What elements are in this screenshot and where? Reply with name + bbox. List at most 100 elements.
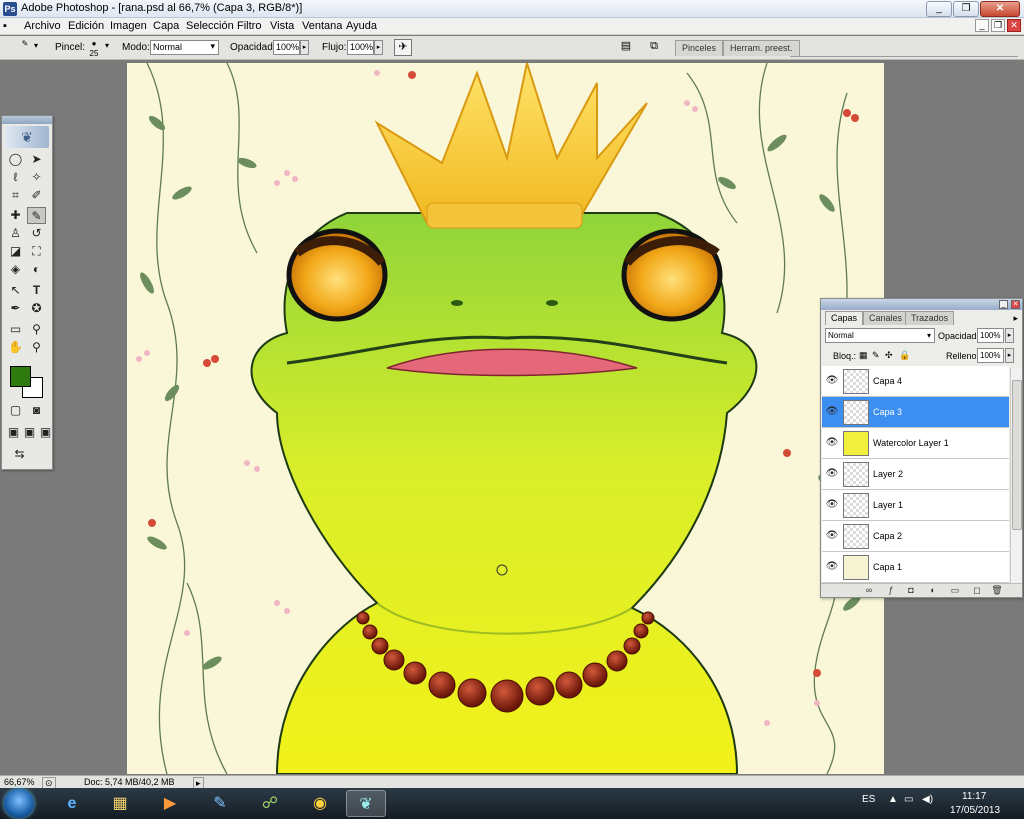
panel-minimize-button[interactable]: _ bbox=[999, 300, 1008, 309]
adjustment-layer-icon[interactable]: ◐ bbox=[927, 585, 939, 596]
adobe-feather-icon[interactable]: ❦ bbox=[5, 126, 49, 148]
lock-all-icon[interactable]: 🔒 bbox=[899, 350, 910, 361]
layer-row-capa-2[interactable]: 👁 Capa 2 bbox=[822, 521, 1009, 552]
flow-arrow[interactable]: ▸ bbox=[374, 40, 383, 55]
notes-tool-icon[interactable]: ▭ bbox=[6, 321, 25, 338]
doc-close-button[interactable]: ✕ bbox=[1007, 19, 1021, 32]
brush-preview[interactable]: ● 25 bbox=[85, 39, 103, 58]
magic-wand-tool-icon[interactable]: ✧ bbox=[27, 169, 46, 186]
layers-scrollbar[interactable] bbox=[1010, 368, 1022, 583]
layer-mask-icon[interactable]: ◘ bbox=[905, 585, 917, 596]
screen-mode-full-icon[interactable]: ▣ bbox=[36, 424, 55, 441]
standard-mode-icon[interactable]: ▢ bbox=[6, 402, 25, 419]
eraser-tool-icon[interactable]: ◪ bbox=[6, 243, 25, 260]
move-tool-icon[interactable]: ➤ bbox=[27, 151, 46, 168]
close-button[interactable]: ✕ bbox=[980, 1, 1020, 17]
chrome-icon[interactable]: ◉ bbox=[300, 790, 340, 817]
menu-seleccion[interactable]: Selección bbox=[186, 20, 234, 32]
zoom-level[interactable]: 66,67% bbox=[4, 777, 35, 787]
opacity-arrow[interactable]: ▸ bbox=[300, 40, 309, 55]
scrollbar-thumb[interactable] bbox=[1012, 380, 1022, 530]
brush-tool-icon[interactable]: ✎ bbox=[27, 207, 46, 224]
lock-transparency-icon[interactable]: ▦ bbox=[859, 350, 868, 361]
menu-filtro[interactable]: Filtro bbox=[237, 20, 261, 32]
file-browser-icon[interactable]: ▤ bbox=[617, 39, 635, 56]
eye-icon[interactable]: 👁 bbox=[825, 468, 839, 480]
history-brush-tool-icon[interactable]: ↺ bbox=[27, 225, 46, 242]
brush-picker-arrow[interactable]: ▾ bbox=[105, 41, 109, 50]
layer-row-watercolor-layer-1[interactable]: 👁 Watercolor Layer 1 bbox=[822, 428, 1009, 459]
link-layers-icon[interactable]: ∞ bbox=[863, 585, 875, 596]
layer-row-capa-1[interactable]: 👁 Capa 1 bbox=[822, 552, 1009, 583]
menu-imagen[interactable]: Imagen bbox=[110, 20, 147, 32]
path-selection-tool-icon[interactable]: ↖ bbox=[6, 282, 25, 299]
menu-archivo[interactable]: Archivo bbox=[24, 20, 61, 32]
trash-icon[interactable]: 🗑 bbox=[991, 585, 1003, 596]
paint-icon[interactable]: ✎ bbox=[200, 790, 240, 817]
flow-input[interactable]: 100% bbox=[347, 40, 374, 55]
menu-ayuda[interactable]: Ayuda bbox=[346, 20, 377, 32]
dodge-tool-icon[interactable]: ◐ bbox=[27, 261, 46, 278]
brush-tool-icon[interactable]: ✎ bbox=[16, 39, 34, 57]
fill-arrow[interactable]: ▸ bbox=[1005, 348, 1014, 363]
eye-icon[interactable]: 👁 bbox=[825, 499, 839, 511]
eye-icon[interactable]: 👁 bbox=[825, 530, 839, 542]
layer-style-icon[interactable]: ƒ bbox=[885, 585, 897, 596]
eye-icon[interactable]: 👁 bbox=[825, 561, 839, 573]
layer-row-capa-4[interactable]: 👁 Capa 4 bbox=[822, 366, 1009, 397]
toolbox-titlebar[interactable] bbox=[2, 116, 52, 124]
mode-select[interactable]: Normal ▾ bbox=[150, 40, 219, 55]
panel-menu-icon[interactable]: ▸ bbox=[1013, 313, 1018, 324]
blur-tool-icon[interactable]: ◈ bbox=[6, 261, 25, 278]
file-explorer-icon[interactable]: ▦ bbox=[100, 790, 140, 817]
tab-trazados[interactable]: Trazados bbox=[905, 311, 955, 325]
pen-tool-icon[interactable]: ✒ bbox=[6, 300, 25, 317]
clone-stamp-tool-icon[interactable]: ♙ bbox=[6, 225, 25, 242]
layer-row-capa-3[interactable]: 👁 Capa 3 bbox=[822, 397, 1009, 428]
network-icon[interactable]: ▭ bbox=[904, 794, 913, 805]
airbrush-button[interactable]: ✈ bbox=[394, 39, 412, 56]
healing-brush-tool-icon[interactable]: ✚ bbox=[6, 207, 25, 224]
tool-preset-arrow[interactable]: ▾ bbox=[34, 41, 38, 50]
foreground-color-swatch[interactable] bbox=[10, 366, 31, 387]
restore-button[interactable]: ❐ bbox=[953, 1, 979, 17]
layer-opacity-input[interactable]: 100% bbox=[977, 328, 1004, 343]
eyedropper-tool-icon[interactable]: ⚲ bbox=[27, 321, 46, 338]
hand-tool-icon[interactable]: ✋ bbox=[6, 339, 25, 356]
language-indicator[interactable]: ES bbox=[862, 794, 875, 805]
tab-capas[interactable]: Capas bbox=[825, 311, 864, 325]
document-canvas[interactable] bbox=[127, 63, 884, 774]
shape-tool-icon[interactable]: ✪ bbox=[27, 300, 46, 317]
new-layer-icon[interactable]: ◻ bbox=[971, 585, 983, 596]
photoshop-task-icon[interactable]: ❦ bbox=[346, 790, 386, 817]
lock-pixels-icon[interactable]: ✎ bbox=[872, 350, 880, 361]
eye-icon[interactable]: 👁 bbox=[825, 375, 839, 387]
eye-icon[interactable]: 👁 bbox=[825, 406, 839, 418]
blend-mode-select[interactable]: Normal ▾ bbox=[825, 328, 935, 343]
doc-restore-button[interactable]: ❐ bbox=[991, 19, 1005, 32]
lock-position-icon[interactable]: ✣ bbox=[885, 350, 893, 361]
type-tool-icon[interactable]: T bbox=[27, 282, 46, 299]
menu-ventana[interactable]: Ventana bbox=[302, 20, 342, 32]
clock-date[interactable]: 17/05/2013 bbox=[950, 805, 1000, 816]
menu-vista[interactable]: Vista bbox=[270, 20, 294, 32]
doc-minimize-button[interactable]: _ bbox=[975, 19, 989, 32]
internet-explorer-icon[interactable]: e bbox=[52, 790, 92, 817]
layer-opacity-arrow[interactable]: ▸ bbox=[1005, 328, 1014, 343]
volume-icon[interactable]: ◀) bbox=[922, 794, 933, 805]
tab-herram-preest[interactable]: Herram. preest. bbox=[723, 40, 800, 56]
network-app-icon[interactable]: ☍ bbox=[250, 790, 290, 817]
menu-capa[interactable]: Capa bbox=[153, 20, 179, 32]
quick-mask-icon[interactable]: ◙ bbox=[27, 402, 46, 419]
paint-bucket-tool-icon[interactable]: ⛶ bbox=[27, 243, 46, 260]
media-player-icon[interactable]: ▶ bbox=[150, 790, 190, 817]
new-group-icon[interactable]: ▭ bbox=[949, 585, 961, 596]
clock-time[interactable]: 11:17 bbox=[962, 791, 986, 802]
zoom-tool-icon[interactable]: ⚲ bbox=[27, 339, 46, 356]
fill-input[interactable]: 100% bbox=[977, 348, 1004, 363]
marquee-tool-icon[interactable]: ◯ bbox=[6, 151, 25, 168]
slice-tool-icon[interactable]: ✐ bbox=[27, 187, 46, 204]
start-button[interactable] bbox=[4, 789, 34, 818]
crop-tool-icon[interactable]: ⌗ bbox=[6, 187, 25, 204]
layer-row-layer-2[interactable]: 👁 Layer 2 bbox=[822, 459, 1009, 490]
